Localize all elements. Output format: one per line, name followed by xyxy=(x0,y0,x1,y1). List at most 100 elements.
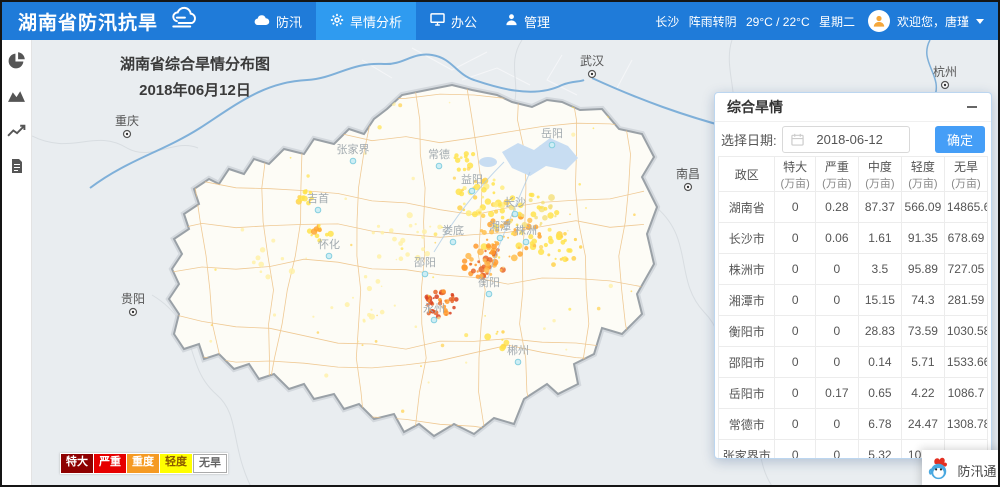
svg-text:衡阳: 衡阳 xyxy=(478,276,500,289)
svg-text:湘潭: 湘潭 xyxy=(489,219,511,233)
date-label: 选择日期: xyxy=(721,130,777,149)
value-cell: 0 xyxy=(815,409,858,440)
value-cell: 1308.78 xyxy=(944,409,987,440)
legend-item-heavy: 重度 xyxy=(127,454,159,473)
date-value: 2018-06-12 xyxy=(809,132,909,147)
nav-item-drought-analysis[interactable]: 旱情分析 xyxy=(316,2,416,40)
mascot-icon xyxy=(927,456,952,484)
sidebar-item-area-stats[interactable] xyxy=(7,88,27,108)
region-link[interactable]: 湘潭市 xyxy=(719,285,775,316)
svg-text:益阳: 益阳 xyxy=(461,172,483,186)
avatar[interactable] xyxy=(868,10,890,32)
value-cell: 28.83 xyxy=(858,316,901,347)
date-row: 选择日期: 2018-06-12 确定 xyxy=(715,122,991,156)
region-link[interactable]: 衡阳市 xyxy=(719,316,775,347)
region-link[interactable]: 岳阳市 xyxy=(719,378,775,409)
region-link[interactable]: 株洲市 xyxy=(719,254,775,285)
drought-panel: 综合旱情 选择日期: 2018-06-12 确定 xyxy=(714,92,992,459)
panel-header: 综合旱情 xyxy=(715,93,991,122)
pie-chart-icon xyxy=(7,51,26,75)
value-cell: 5.32 xyxy=(858,440,901,460)
nav-item-office[interactable]: 办公 xyxy=(416,2,491,40)
region-link[interactable]: 常德市 xyxy=(719,409,775,440)
document-icon xyxy=(10,158,24,179)
date-picker-input[interactable]: 2018-06-12 xyxy=(782,126,910,153)
sidebar-item-pie-stats[interactable] xyxy=(7,53,27,73)
value-cell: 74.3 xyxy=(901,285,944,316)
svg-text:郴州: 郴州 xyxy=(507,343,529,357)
map-area: 重庆武汉南昌贵阳杭州张家界常德益阳岳阳吉首长沙湘潭株洲娄底怀化邵阳衡阳永州郴州 … xyxy=(32,40,998,485)
drought-table: 政区特大(万亩)严重(万亩)中度(万亩)轻度(万亩)无旱(万亩) 湖南省00.2… xyxy=(718,156,988,459)
svg-text:杭州: 杭州 xyxy=(933,64,957,79)
weather-info: 长沙 阵雨转阴 29°C / 22°C 星期二 xyxy=(655,13,861,30)
svg-text:株洲: 株洲 xyxy=(515,223,537,237)
svg-text:张家界: 张家界 xyxy=(337,142,370,156)
calendar-icon xyxy=(791,133,804,146)
weather-city: 长沙 xyxy=(655,15,679,29)
user-welcome[interactable]: 欢迎您，唐瑾 xyxy=(897,13,969,30)
main-nav: 防汛 旱情分析办公管理 xyxy=(240,2,564,40)
value-cell: 1.61 xyxy=(858,223,901,254)
nav-item-admin[interactable]: 管理 xyxy=(491,2,564,40)
value-cell: 0 xyxy=(775,378,815,409)
svg-text:邵阳: 邵阳 xyxy=(414,256,436,269)
map-title-line1: 湖南省综合旱情分布图 xyxy=(80,52,310,78)
user-icon xyxy=(505,13,518,29)
col-header: 无旱(万亩) xyxy=(944,157,987,192)
weather-weekday: 星期二 xyxy=(819,15,855,29)
value-cell: 1030.58 xyxy=(944,316,987,347)
map-legend: 特大严重重度轻度无旱 xyxy=(60,453,228,474)
col-header: 特大(万亩) xyxy=(775,157,815,192)
table-row: 湖南省00.2887.37566.0914865.61 xyxy=(719,192,988,223)
chevron-down-icon[interactable] xyxy=(976,19,984,24)
weather-temp: 29°C / 22°C xyxy=(746,15,810,29)
value-cell: 727.05 xyxy=(944,254,987,285)
region-link[interactable]: 湖南省 xyxy=(719,192,775,223)
svg-text:南昌: 南昌 xyxy=(676,166,700,181)
value-cell: 6.78 xyxy=(858,409,901,440)
fangxuntong-widget[interactable]: 防汛通 xyxy=(922,450,998,485)
area-chart-icon xyxy=(7,88,26,108)
value-cell: 0 xyxy=(775,440,815,460)
value-cell: 281.59 xyxy=(944,285,987,316)
value-cell: 1086.7 xyxy=(944,378,987,409)
value-cell: 1533.66 xyxy=(944,347,987,378)
nav-label: 旱情分析 xyxy=(350,12,402,31)
table-row: 岳阳市00.170.654.221086.7 xyxy=(719,378,988,409)
value-cell: 14865.61 xyxy=(944,192,987,223)
sidebar-item-trend-stats[interactable] xyxy=(7,123,27,143)
table-row: 常德市006.7824.471308.78 xyxy=(719,409,988,440)
table-row: 长沙市00.061.6191.35678.69 xyxy=(719,223,988,254)
left-toolbar xyxy=(2,40,32,485)
table-wrap: 政区特大(万亩)严重(万亩)中度(万亩)轻度(万亩)无旱(万亩) 湖南省00.2… xyxy=(715,156,991,459)
svg-text:常德: 常德 xyxy=(428,147,450,161)
value-cell: 0.28 xyxy=(815,192,858,223)
value-cell: 678.69 xyxy=(944,223,987,254)
value-cell: 0 xyxy=(775,316,815,347)
confirm-button[interactable]: 确定 xyxy=(935,126,985,153)
top-navbar: 湖南省防汛抗旱 防汛旱情分析办公管理 长沙 阵雨转阴 29°C / 22°C 星… xyxy=(2,2,998,40)
value-cell: 3.5 xyxy=(858,254,901,285)
region-link[interactable]: 张家界市 xyxy=(719,440,775,460)
legend-item-extreme: 特大 xyxy=(61,454,93,473)
value-cell: 0 xyxy=(815,316,858,347)
table-row: 株洲市003.595.89727.05 xyxy=(719,254,988,285)
panel-title: 综合旱情 xyxy=(727,97,965,117)
value-cell: 15.15 xyxy=(858,285,901,316)
value-cell: 73.59 xyxy=(901,316,944,347)
svg-text:长沙: 长沙 xyxy=(504,196,526,209)
svg-text:怀化: 怀化 xyxy=(318,237,340,251)
col-header: 轻度(万亩) xyxy=(901,157,944,192)
region-link[interactable]: 邵阳市 xyxy=(719,347,775,378)
value-cell: 0 xyxy=(775,192,815,223)
value-cell: 0 xyxy=(775,347,815,378)
value-cell: 0 xyxy=(775,285,815,316)
sidebar-item-report[interactable] xyxy=(7,158,27,178)
svg-text:吉首: 吉首 xyxy=(307,191,329,205)
value-cell: 87.37 xyxy=(858,192,901,223)
value-cell: 95.89 xyxy=(901,254,944,285)
user-avatar-icon xyxy=(872,14,886,28)
nav-item-flood[interactable]: 防汛 xyxy=(240,2,316,40)
region-link[interactable]: 长沙市 xyxy=(719,223,775,254)
collapse-icon[interactable] xyxy=(965,102,979,112)
